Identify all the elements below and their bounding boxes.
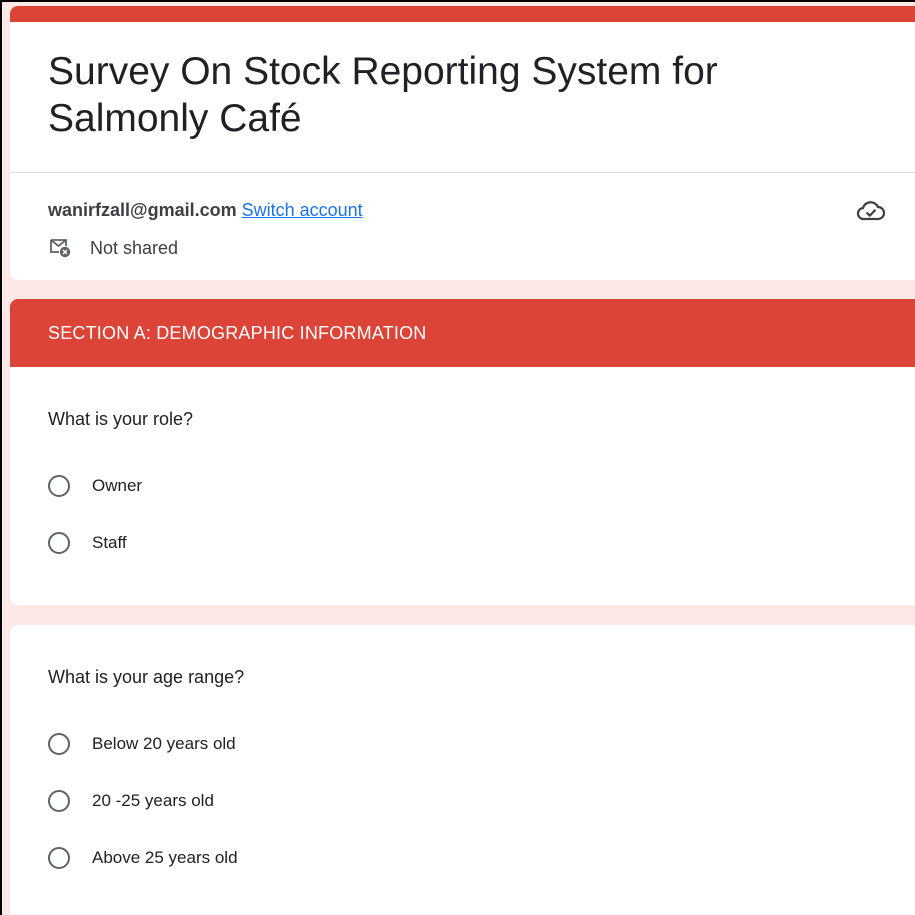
screenshot-border-left [0, 0, 2, 915]
account-line: wanirfzall@gmail.com Switch account [48, 199, 363, 221]
title-accent-stripe [10, 6, 915, 22]
radio-option-below-20[interactable]: Below 20 years old [48, 729, 236, 759]
option-label: Owner [92, 476, 143, 495]
radio-button[interactable] [48, 733, 70, 755]
question-text: What is your age range? [48, 667, 245, 687]
form-title: Survey On Stock Reporting System for Sal… [48, 50, 718, 140]
radio-button[interactable] [48, 532, 70, 554]
option-label: Staff [92, 533, 127, 552]
mail-not-shared-icon [50, 239, 71, 258]
form-title-card: Survey On Stock Reporting System for Sal… [10, 6, 915, 280]
option-label: 20 -25 years old [92, 791, 214, 810]
question-text: What is your role? [48, 409, 194, 429]
radio-button[interactable] [48, 475, 70, 497]
option-label: Above 25 years old [92, 848, 238, 867]
question-card-age: What is your age range? Below 20 years o… [10, 625, 915, 915]
section-header: SECTION A: DEMOGRAPHIC INFORMATION [10, 299, 915, 367]
title-divider [10, 172, 915, 173]
radio-option-staff[interactable]: Staff [48, 528, 127, 558]
screenshot-border-top [0, 0, 915, 2]
radio-option-owner[interactable]: Owner [48, 471, 142, 501]
sharing-status: Not shared [90, 238, 179, 258]
radio-button[interactable] [48, 790, 70, 812]
switch-account-link[interactable]: Switch account [242, 200, 363, 220]
radio-button[interactable] [48, 847, 70, 869]
account-email: wanirfzall@gmail.com [48, 200, 237, 220]
radio-option-above-25[interactable]: Above 25 years old [48, 843, 238, 873]
radio-option-20-25[interactable]: 20 -25 years old [48, 786, 214, 816]
question-card-role: What is your role? Owner Staff [10, 367, 915, 605]
option-label: Below 20 years old [92, 734, 236, 753]
cloud-check-icon [856, 201, 886, 221]
section-title: SECTION A: DEMOGRAPHIC INFORMATION [48, 323, 427, 343]
